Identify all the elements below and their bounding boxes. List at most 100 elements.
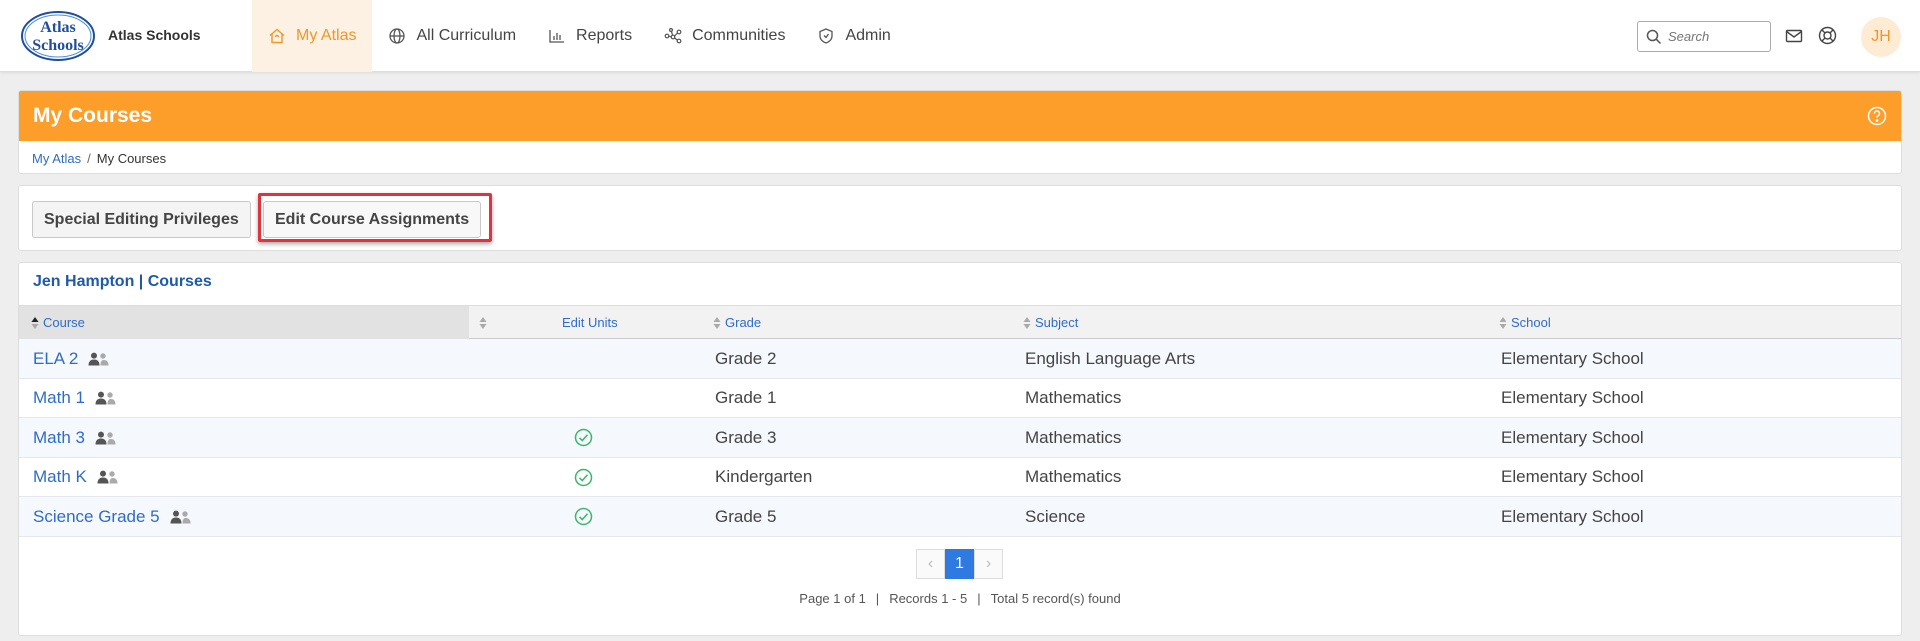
table-row: ELA 2 Grade 2 English Language Arts Element…: [19, 339, 1901, 379]
support-lifebuoy-icon[interactable]: [1818, 26, 1837, 45]
edit-course-assignments-button[interactable]: Edit Course Assignments: [263, 201, 482, 238]
nav-label: All Curriculum: [416, 27, 517, 44]
column-header-grade[interactable]: Grade: [713, 306, 761, 339]
column-header-label: Grade: [725, 315, 762, 330]
cell-course: Math 3: [33, 418, 116, 457]
cell-course: ELA 2: [33, 339, 109, 378]
home-icon: [269, 28, 285, 44]
user-avatar[interactable]: JH: [1861, 17, 1901, 57]
actions-panel: Special Editing Privileges Edit Course A…: [18, 185, 1902, 251]
table-row: Science Grade 5 Grade 5 Science Elementary …: [19, 497, 1901, 537]
page-info: Page 1 of 1: [799, 591, 866, 606]
main-nav: My Atlas All Curriculum Reports Communit…: [252, 0, 907, 72]
column-header-sort-extra[interactable]: [479, 306, 487, 339]
table-row: Math 3 Grade 3 Mathematics Elementary Schoo…: [19, 418, 1901, 458]
page-title: My Courses: [33, 104, 153, 127]
column-header-label: Course: [43, 315, 85, 330]
course-link[interactable]: Math 1: [33, 388, 85, 408]
cell-grade: Grade 3: [715, 427, 777, 447]
search-input[interactable]: [1668, 29, 1768, 44]
records-summary: Page 1 of 1 | Records 1 - 5 | Total 5 record…: [799, 591, 1121, 606]
nav-label: Reports: [576, 27, 633, 44]
breadcrumb: My Atlas / My Courses: [19, 141, 1901, 173]
cell-edit-units: [574, 497, 593, 536]
special-editing-privileges-button[interactable]: Special Editing Privileges: [32, 201, 251, 238]
table-row: Math K Kindergarten Mathematics Elementary …: [19, 458, 1901, 497]
breadcrumb-link-my-atlas[interactable]: My Atlas: [32, 151, 81, 166]
column-header-label: School: [1511, 315, 1551, 330]
column-header-edit-units[interactable]: Edit Units: [562, 306, 618, 339]
nav-item-my-atlas[interactable]: My Atlas: [252, 0, 373, 72]
network-icon: [664, 28, 682, 44]
cell-school: Elementary School: [1501, 467, 1644, 486]
column-header-course[interactable]: Course: [19, 306, 469, 339]
courses-table: Course Edit Units Grade Subject School E…: [19, 305, 1901, 537]
cell-school: Elementary School: [1501, 506, 1644, 526]
cell-grade: Grade 1: [715, 388, 777, 407]
cell-school: Elementary School: [1501, 427, 1644, 447]
sort-ascending-icon: [31, 316, 39, 329]
shared-users-icon: [88, 352, 109, 365]
nav-item-admin[interactable]: Admin: [801, 0, 906, 72]
column-header-subject[interactable]: Subject: [1023, 306, 1078, 339]
cell-edit-units: [574, 418, 593, 457]
column-header-label: Edit Units: [562, 315, 618, 330]
course-link[interactable]: Math K: [33, 467, 87, 487]
cell-grade: Grade 2: [715, 348, 777, 368]
cell-edit-units: [574, 458, 593, 497]
check-circle-icon: [574, 468, 593, 486]
pagination-next-button[interactable]: ›: [974, 549, 1003, 579]
page-title-bar: My Courses: [19, 91, 1901, 141]
courses-panel: Jen Hampton | Courses Course Edit Units …: [18, 262, 1902, 636]
search-box[interactable]: [1637, 21, 1771, 52]
courses-panel-title: Jen Hampton | Courses: [33, 273, 212, 290]
shared-users-icon: [95, 431, 116, 444]
column-header-label: Subject: [1035, 315, 1079, 330]
help-icon[interactable]: [1867, 106, 1887, 126]
cell-course: Math 1: [33, 379, 116, 418]
top-navigation-bar: Atlas Schools Atlas Schools My Atlas All…: [0, 0, 1920, 72]
cell-grade: Kindergarten: [715, 467, 813, 486]
shared-users-icon: [97, 470, 118, 484]
pagination-page-1[interactable]: 1: [945, 549, 974, 579]
course-link[interactable]: ELA 2: [33, 349, 78, 369]
table-body: ELA 2 Grade 2 English Language Arts Element…: [19, 339, 1901, 537]
cell-subject: Mathematics: [1025, 427, 1122, 447]
check-circle-icon: [574, 507, 593, 526]
nav-label: Communities: [692, 27, 786, 44]
school-name: Atlas Schools: [108, 27, 201, 43]
mail-icon[interactable]: [1785, 27, 1803, 45]
nav-label: Admin: [845, 27, 891, 44]
pagination: ‹ 1 ›: [916, 549, 1003, 579]
course-link[interactable]: Math 3: [33, 428, 85, 448]
cell-course: Science Grade 5: [33, 497, 191, 536]
table-row: Math 1 Grade 1 Mathematics Elementary Schoo…: [19, 379, 1901, 418]
sort-icon: [713, 316, 721, 329]
nav-item-reports[interactable]: Reports: [532, 0, 648, 72]
check-circle-icon: [574, 428, 593, 447]
globe-icon: [389, 28, 406, 44]
pagination-prev-button[interactable]: ‹: [916, 549, 945, 579]
search-icon: [1646, 29, 1662, 44]
nav-item-communities[interactable]: Communities: [648, 0, 801, 72]
breadcrumb-current: My Courses: [96, 151, 167, 166]
svg-text:Atlas: Atlas: [40, 19, 76, 36]
shield-icon: [819, 28, 834, 44]
sort-icon: [479, 316, 487, 329]
column-header-school[interactable]: School: [1499, 306, 1551, 339]
svg-text:Schools: Schools: [32, 37, 84, 54]
nav-label: My Atlas: [296, 27, 357, 44]
records-total: Total 5 record(s) found: [990, 591, 1121, 606]
cell-course: Math K: [33, 458, 118, 497]
shared-users-icon: [95, 391, 116, 405]
cell-subject: Mathematics: [1025, 467, 1122, 486]
breadcrumb-separator: /: [87, 151, 91, 166]
cell-school: Elementary School: [1501, 388, 1644, 407]
cell-school: Elementary School: [1501, 348, 1644, 368]
course-link[interactable]: Science Grade 5: [33, 507, 160, 527]
nav-item-all-curriculum[interactable]: All Curriculum: [372, 0, 532, 72]
records-range: Records 1 - 5: [889, 591, 968, 606]
atlas-logo[interactable]: Atlas Schools: [20, 10, 96, 62]
sort-icon: [1499, 316, 1507, 329]
cell-subject: English Language Arts: [1025, 348, 1196, 368]
